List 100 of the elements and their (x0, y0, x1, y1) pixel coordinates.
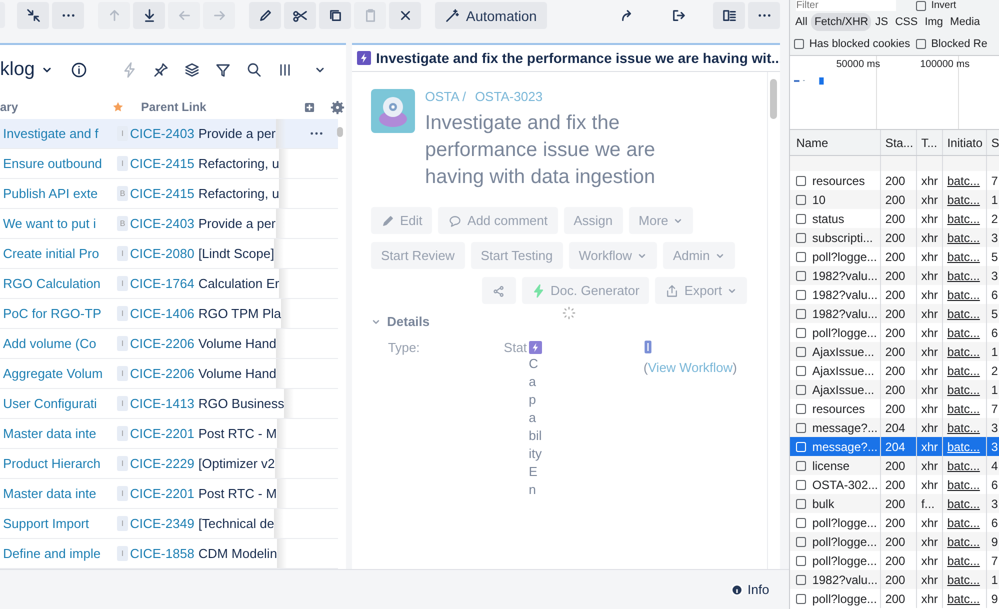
pin-icon[interactable] (153, 62, 169, 78)
row-checkbox[interactable] (796, 252, 806, 262)
toolbar-button[interactable] (319, 2, 351, 29)
filter-checkbox[interactable]: Blocked Re (916, 38, 988, 50)
request-row[interactable]: AjaxIssue... 200 xhr batc... 1 (790, 380, 999, 399)
parent-key-link[interactable]: CICE-2201 (130, 486, 194, 501)
issue-summary-link[interactable]: PoC for RGO-TP (0, 306, 117, 321)
request-row[interactable]: 1982?valu... 200 xhr batc... 3 (790, 266, 999, 285)
column-header[interactable]: Name (790, 130, 882, 155)
row-checkbox[interactable] (796, 270, 806, 280)
request-row[interactable]: license 200 xhr batc... 4 (790, 456, 999, 475)
backlog-row[interactable]: Master data inte I CICE-2201 Post RTC - M (0, 479, 338, 509)
request-row[interactable]: subscripti... 200 xhr batc... 3 (790, 228, 999, 247)
info-button[interactable]: Info (724, 581, 776, 598)
filter-icon[interactable] (215, 62, 231, 78)
initiator-link[interactable]: batc... (947, 344, 980, 358)
info-icon[interactable] (70, 62, 87, 78)
initiator-link[interactable]: batc... (947, 478, 980, 492)
parent-key-link[interactable]: CICE-2415 (130, 156, 194, 171)
toolbar-button[interactable] (713, 2, 746, 29)
initiator-link[interactable]: batc... (947, 230, 980, 244)
backlog-row[interactable]: Create initial Pro I CICE-2080 [Lindt Scope] (0, 239, 338, 269)
automation-button[interactable]: Automation (435, 2, 547, 29)
initiator-link[interactable]: batc... (947, 516, 980, 530)
backlog-row[interactable]: Product Hierarch I CICE-2229 [Optimizer v2 (0, 449, 338, 479)
row-checkbox[interactable] (796, 518, 806, 528)
backlog-row[interactable]: Define and imple I CICE-1858 CDM Modelin (0, 539, 338, 569)
issue-summary-link[interactable]: Product Hierarch (0, 456, 117, 471)
backlog-row[interactable]: User Configurati I CICE-1413 RGO Business (0, 389, 338, 419)
backlog-row[interactable]: Ensure outbound I CICE-2415 Refactoring, u (0, 149, 338, 179)
row-checkbox[interactable] (796, 422, 806, 432)
issue-summary-link[interactable]: Investigate and f (0, 126, 117, 141)
request-row[interactable]: poll?logge... 200 xhr batc... 9 (790, 589, 999, 608)
parent-key-link[interactable]: CICE-1858 (130, 546, 194, 561)
row-checkbox[interactable] (796, 480, 806, 490)
issue-summary-link[interactable]: Support Import (0, 516, 117, 531)
layers-icon[interactable] (184, 62, 200, 78)
initiator-link[interactable]: batc... (947, 326, 980, 340)
initiator-link[interactable]: batc... (947, 212, 980, 226)
filter-field[interactable]: Filter (796, 0, 896, 11)
row-checkbox[interactable] (796, 308, 806, 318)
request-row[interactable]: message?... 204 xhr batc... 3 (790, 418, 999, 437)
row-checkbox[interactable] (796, 328, 806, 338)
request-row[interactable]: 1982?valu... 200 xhr batc... 5 (790, 304, 999, 323)
backlog-row[interactable]: Support Import I CICE-2349 [Technical de (0, 509, 338, 539)
toolbar-button[interactable] (389, 2, 421, 29)
issue-summary-link[interactable]: Add volume (Co (0, 336, 117, 351)
search-icon[interactable] (246, 62, 262, 78)
parent-key-link[interactable]: CICE-2403 (130, 216, 194, 231)
initiator-link[interactable]: batc... (947, 174, 980, 188)
row-checkbox[interactable] (796, 194, 806, 204)
column-header[interactable]: Parent Link (141, 100, 206, 114)
parent-key-link[interactable]: CICE-2403 (130, 126, 194, 141)
initiator-link[interactable]: batc... (947, 592, 980, 606)
row-checkbox[interactable] (796, 460, 806, 470)
parent-key-link[interactable]: CICE-2206 (130, 336, 194, 351)
toolbar-button[interactable] (17, 2, 49, 29)
request-row[interactable]: message?... 204 xhr batc... 3 (790, 437, 999, 456)
issue-summary-link[interactable]: RGO Calculation (0, 276, 117, 291)
issue-summary-link[interactable]: Master data inte (0, 426, 117, 441)
row-checkbox[interactable] (796, 498, 806, 508)
issue-summary-link[interactable]: User Configurati (0, 396, 117, 411)
initiator-link[interactable]: batc... (947, 572, 980, 586)
column-header[interactable]: Initiato (943, 130, 988, 155)
initiator-link[interactable]: batc... (947, 250, 980, 264)
backlog-row[interactable]: We want to put i B CICE-2403 Provide a per (0, 209, 338, 239)
request-row[interactable]: 10 200 xhr batc... 1 (790, 190, 999, 209)
initiator-link[interactable]: batc... (947, 534, 980, 548)
parent-key-link[interactable]: CICE-2229 (130, 456, 194, 471)
row-checkbox[interactable] (796, 366, 806, 376)
issue-summary-link[interactable]: Master data inte (0, 486, 117, 501)
scrollbar-thumb[interactable] (770, 79, 777, 119)
row-checkbox[interactable] (796, 176, 806, 186)
row-checkbox[interactable] (796, 594, 806, 604)
initiator-link[interactable]: batc... (947, 496, 980, 510)
toolbar-button[interactable] (249, 2, 281, 29)
row-checkbox[interactable] (796, 384, 806, 394)
parent-key-link[interactable]: CICE-1764 (130, 276, 194, 291)
issue-summary-link[interactable]: Define and imple (0, 546, 117, 561)
column-header[interactable]: T... (917, 130, 944, 155)
filter-checkbox[interactable]: Has blocked cookies (794, 38, 910, 50)
toolbar-button[interactable] (133, 2, 165, 29)
backlog-row[interactable]: Investigate and f I CICE-2403 Provide a per (0, 119, 338, 149)
initiator-link[interactable]: batc... (947, 306, 980, 320)
scrollbar-thumb[interactable] (337, 127, 343, 137)
row-checkbox[interactable] (796, 232, 806, 242)
row-checkbox[interactable] (796, 346, 806, 356)
initiator-link[interactable]: batc... (947, 440, 980, 454)
type-filter-tab[interactable]: Fetch/XHR (811, 13, 872, 31)
type-filter-tab[interactable]: Media (947, 13, 984, 31)
settings-icon[interactable] (330, 100, 345, 115)
row-checkbox[interactable] (796, 214, 806, 224)
request-row[interactable]: bulk 200 f... batc... 3 (790, 494, 999, 513)
share-button[interactable] (482, 277, 516, 304)
backlog-row[interactable]: Publish API exte B CICE-2415 Refactoring, u (0, 179, 338, 209)
column-header[interactable]: Sta... (881, 130, 918, 155)
backlog-row[interactable]: Add volume (Co I CICE-2206 Volume Hand (0, 329, 338, 359)
initiator-link[interactable]: batc... (947, 554, 980, 568)
initiator-link[interactable]: batc... (947, 382, 980, 396)
backlog-row[interactable]: PoC for RGO-TP I CICE-1406 RGO TPM Pla (0, 299, 338, 329)
